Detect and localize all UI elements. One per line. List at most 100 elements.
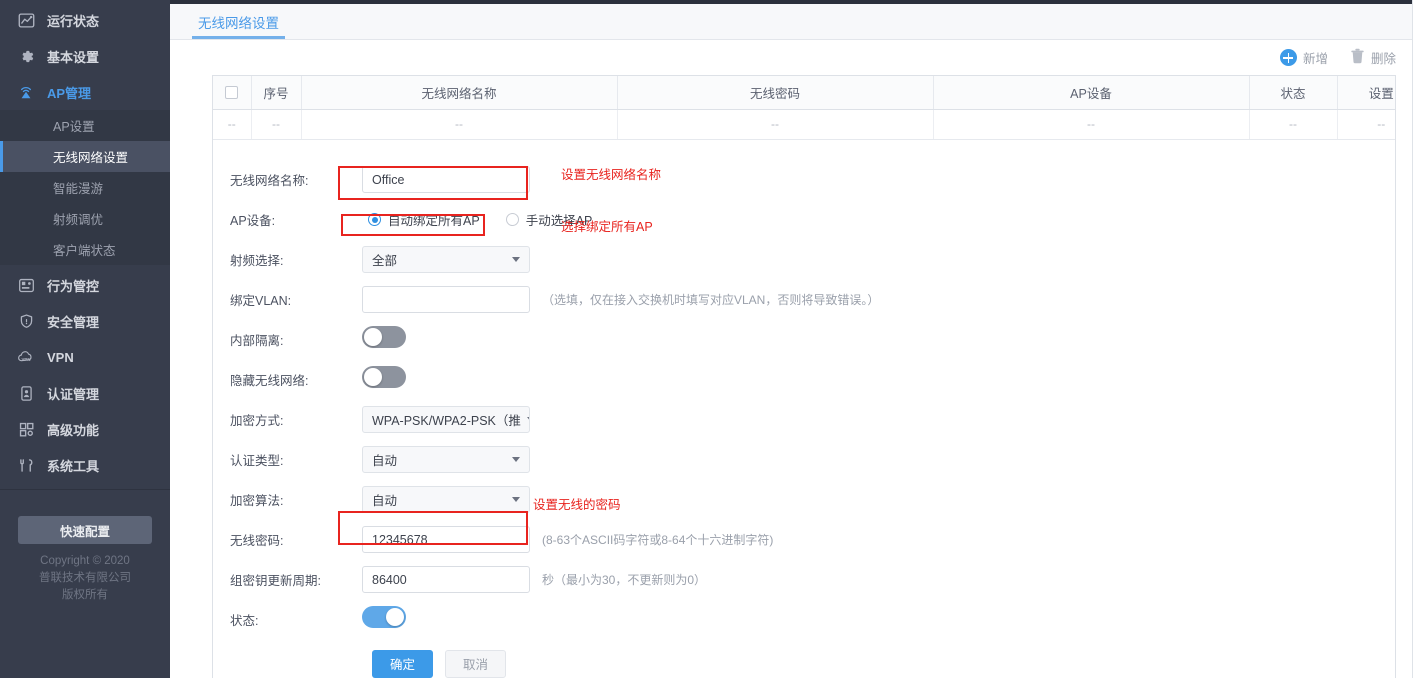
- sidebar-subitem-wireless-network-settings[interactable]: 无线网络设置: [0, 141, 170, 172]
- radio-auto-bind-all-ap[interactable]: 自动绑定所有AP: [362, 207, 486, 232]
- wifi-ap-icon: [16, 82, 36, 102]
- encryption-mode-dropdown[interactable]: WPA-PSK/WPA2-PSK（推: [362, 406, 530, 433]
- ssid-field-wrap: [362, 166, 530, 193]
- sidebar-subitem-rf-tuning[interactable]: 射频调优: [0, 203, 170, 234]
- sidebar-nav-upper: 运行状态 基本设置 AP管理: [0, 0, 170, 110]
- wifi-password-hint: (8-63个ASCII码字符或8-64个十六进制字符): [542, 531, 773, 548]
- sidebar-item-running-status[interactable]: 运行状态: [0, 2, 170, 38]
- group-key-period-hint: 秒（最小为30，不更新则为0）: [542, 571, 706, 588]
- copyright-line-1: Copyright © 2020: [0, 553, 170, 570]
- chevron-down-icon: [512, 457, 520, 462]
- encryption-algo-wrap: 自动: [362, 486, 530, 513]
- form-row-encryption-mode: 加密方式: WPA-PSK/WPA2-PSK（推: [213, 400, 1395, 440]
- main-content: 无线网络设置 新增 删除: [170, 0, 1413, 678]
- table-cell-ap-device: --: [933, 109, 1249, 139]
- wifi-password-field-wrap: [362, 526, 530, 553]
- radio-select-value: 全部: [372, 250, 397, 269]
- bind-vlan-input[interactable]: [362, 286, 530, 313]
- sidebar-item-security-management[interactable]: 安全管理: [0, 303, 170, 339]
- form-row-radio-select: 射频选择: 全部: [213, 240, 1395, 280]
- table-header-status: 状态: [1249, 76, 1337, 109]
- table-cell-checkbox[interactable]: --: [213, 109, 251, 139]
- id-card-icon: [16, 383, 36, 403]
- form-row-ssid: 无线网络名称:: [213, 160, 1395, 200]
- form-row-hide-ssid: 隐藏无线网络:: [213, 360, 1395, 400]
- tab-bar: 无线网络设置: [170, 4, 1413, 40]
- table-toolbar: 新增 删除: [170, 40, 1413, 75]
- radio-select-wrap: 全部: [362, 246, 530, 273]
- tab-wireless-network-settings[interactable]: 无线网络设置: [192, 12, 285, 39]
- wireless-settings-form: 无线网络名称: AP设备: 自动绑定所有AP 手动选择A: [213, 140, 1395, 678]
- hide-ssid-wrap: [362, 366, 530, 393]
- sidebar-item-system-tools[interactable]: 系统工具: [0, 447, 170, 483]
- copyright: Copyright © 2020 普联技术有限公司 版权所有: [0, 553, 170, 604]
- select-all-checkbox[interactable]: [225, 86, 238, 99]
- sidebar-nav-lower: 行为管控 安全管理 VPN VPN 认证管理: [0, 265, 170, 483]
- form-row-ap-device: AP设备: 自动绑定所有AP 手动选择AP: [213, 200, 1395, 240]
- delete-button[interactable]: 删除: [1350, 48, 1396, 67]
- ssid-input[interactable]: [362, 166, 530, 193]
- status-toggle[interactable]: [362, 606, 406, 628]
- auth-type-label: 认证类型:: [220, 450, 362, 469]
- sidebar-subitem-label: 射频调优: [53, 209, 103, 228]
- shield-icon: [16, 311, 36, 331]
- sidebar-item-label: 高级功能: [47, 420, 99, 439]
- table-cell-index: --: [251, 109, 301, 139]
- sidebar-item-ap-management[interactable]: AP管理: [0, 74, 170, 110]
- encryption-algo-label: 加密算法:: [220, 490, 362, 509]
- wireless-network-table: 序号 无线网络名称 无线密码 AP设备 状态 设置 -- -- -- -- --: [213, 76, 1396, 140]
- sidebar-subitem-smart-roaming[interactable]: 智能漫游: [0, 172, 170, 203]
- sidebar-item-vpn[interactable]: VPN VPN: [0, 339, 170, 375]
- table-cell-settings: --: [1337, 109, 1396, 139]
- plus-circle-icon: [1280, 49, 1297, 66]
- encryption-mode-wrap: WPA-PSK/WPA2-PSK（推: [362, 406, 530, 433]
- sidebar-item-basic-settings[interactable]: 基本设置: [0, 38, 170, 74]
- sidebar-item-label: 安全管理: [47, 312, 99, 331]
- encryption-algo-dropdown[interactable]: 自动: [362, 486, 530, 513]
- app-root: 运行状态 基本设置 AP管理: [0, 0, 1413, 678]
- add-button[interactable]: 新增: [1280, 48, 1328, 67]
- auth-type-value: 自动: [372, 450, 397, 469]
- status-chart-icon: [16, 10, 36, 30]
- copyright-line-2: 普联技术有限公司: [0, 570, 170, 587]
- internal-isolation-label: 内部隔离:: [220, 330, 362, 349]
- radio-select-dropdown[interactable]: 全部: [362, 246, 530, 273]
- sidebar-subitem-ap-settings[interactable]: AP设置: [0, 110, 170, 141]
- form-row-status: 状态:: [213, 600, 1395, 640]
- status-wrap: [362, 606, 530, 633]
- hide-ssid-toggle[interactable]: [362, 366, 406, 388]
- radio-manual-select-ap[interactable]: 手动选择AP: [500, 207, 599, 232]
- sidebar-subitem-client-status[interactable]: 客户端状态: [0, 234, 170, 265]
- chevron-down-icon: [512, 497, 520, 502]
- wifi-password-input[interactable]: [362, 526, 530, 553]
- sidebar: 运行状态 基本设置 AP管理: [0, 0, 170, 678]
- status-label: 状态:: [220, 610, 362, 629]
- cancel-button[interactable]: 取消: [445, 650, 506, 678]
- sidebar-item-label: AP管理: [47, 83, 91, 102]
- chevron-down-icon: [512, 257, 520, 262]
- table-row[interactable]: -- -- -- -- -- -- --: [213, 109, 1396, 139]
- internal-isolation-toggle[interactable]: [362, 326, 406, 348]
- sidebar-item-label: 运行状态: [47, 11, 99, 30]
- table-cell-ssid: --: [301, 109, 617, 139]
- ap-device-radio-group: 自动绑定所有AP 手动选择AP: [362, 207, 598, 232]
- encryption-mode-value: WPA-PSK/WPA2-PSK（推: [372, 410, 521, 429]
- group-key-period-input[interactable]: [362, 566, 530, 593]
- sidebar-divider: [0, 489, 170, 490]
- svg-text:VPN: VPN: [22, 357, 31, 362]
- encryption-algo-value: 自动: [372, 490, 397, 509]
- tab-label: 无线网络设置: [198, 16, 279, 31]
- form-row-internal-isolation: 内部隔离:: [213, 320, 1395, 360]
- sidebar-item-auth-management[interactable]: 认证管理: [0, 375, 170, 411]
- table-header-settings: 设置: [1337, 76, 1396, 109]
- sidebar-item-behavior-control[interactable]: 行为管控: [0, 267, 170, 303]
- sidebar-subitem-label: AP设置: [53, 116, 95, 135]
- quick-config-button[interactable]: 快速配置: [18, 516, 152, 544]
- confirm-button[interactable]: 确定: [372, 650, 433, 678]
- hide-ssid-label: 隐藏无线网络:: [220, 370, 362, 389]
- auth-type-dropdown[interactable]: 自动: [362, 446, 530, 473]
- auth-type-wrap: 自动: [362, 446, 530, 473]
- sidebar-item-advanced-features[interactable]: 高级功能: [0, 411, 170, 447]
- gear-icon: [16, 46, 36, 66]
- ap-device-label: AP设备:: [220, 210, 362, 229]
